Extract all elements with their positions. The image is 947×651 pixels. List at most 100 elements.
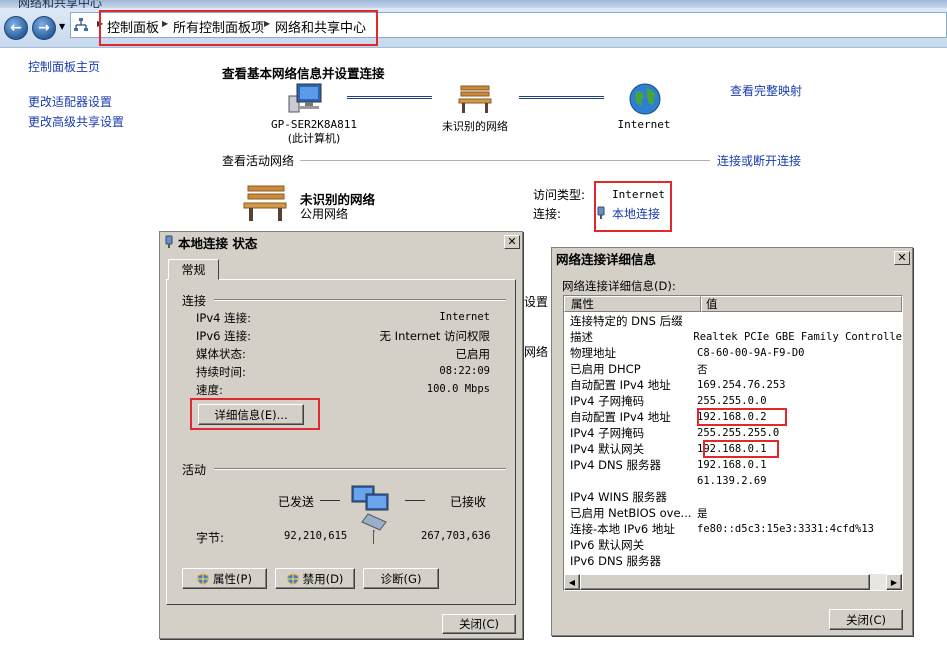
property-cell: IPv4 DNS 服务器	[570, 458, 662, 472]
diagnose-button[interactable]: 诊断(G)	[363, 568, 439, 589]
close-button[interactable]: 关闭(C)	[829, 609, 903, 630]
properties-button[interactable]: 属性(P)	[182, 568, 267, 589]
property-cell: IPv4 WINS 服务器	[570, 490, 667, 504]
globe-icon	[628, 82, 662, 116]
media-state-value: 已启用	[455, 347, 491, 361]
property-cell: 自动配置 IPv4 地址	[570, 410, 671, 424]
value-cell: 169.254.76.253	[697, 379, 786, 391]
list-item[interactable]: 已启用 DHCP 否	[564, 361, 902, 377]
received-label: 已接收	[450, 495, 487, 509]
dialog-title: 网络连接详细信息	[556, 251, 657, 267]
partial-network-text: 网络	[524, 345, 549, 359]
column-header-property[interactable]: 属性	[564, 296, 701, 312]
ipv6-connection-value: 无 Internet 访问权限	[379, 329, 490, 343]
dialog-title-bar: 本地连接 状态	[160, 232, 522, 252]
ipv4-connection-label: IPv4 连接:	[196, 311, 251, 325]
property-cell: IPv6 默认网关	[570, 538, 645, 552]
properties-button-label: 属性(P)	[213, 571, 252, 586]
speed-value: 100.0 Mbps	[426, 383, 490, 395]
diagnose-button-label: 诊断(G)	[380, 571, 422, 586]
list-item[interactable]: 连接特定的 DNS 后缀	[564, 313, 902, 329]
highlight-box-ip	[697, 408, 787, 426]
list-item[interactable]: 连接-本地 IPv6 地址 fe80::d5c3:15e3:3331:4cfd%1…	[564, 521, 902, 537]
duration-label: 持续时间:	[196, 365, 246, 379]
list-item[interactable]: IPv4 DNS 服务器 192.168.0.1	[564, 457, 902, 473]
list-item[interactable]: IPv4 子网掩码 255.255.255.0	[564, 425, 902, 441]
duration-value: 08:22:09	[439, 365, 490, 377]
property-cell: 已启用 DHCP	[570, 362, 641, 376]
close-button-label: 关闭(C)	[845, 612, 886, 627]
active-networks-label: 查看活动网络	[222, 154, 295, 168]
partial-setup-text: 设置	[524, 295, 549, 309]
tab-general[interactable]: 常规	[168, 259, 219, 280]
sidebar-item-home[interactable]: 控制面板主页	[28, 58, 100, 75]
shield-icon	[287, 572, 299, 585]
value-cell: 是	[697, 507, 708, 520]
property-cell: IPv4 默认网关	[570, 442, 645, 456]
close-icon[interactable]: ✕	[894, 251, 910, 265]
sidebar-item-adapter-settings[interactable]: 更改适配器设置	[28, 93, 112, 110]
property-cell: 已启用 NetBIOS ove...	[570, 506, 692, 520]
disable-button[interactable]: 禁用(D)	[275, 568, 355, 589]
speed-label: 速度:	[196, 383, 223, 397]
bench-icon	[240, 182, 290, 222]
close-icon[interactable]: ✕	[504, 235, 520, 249]
history-dropdown-icon[interactable]: ▼	[59, 22, 65, 31]
column-header-property-label: 属性	[571, 297, 594, 311]
ipv4-connection-value: Internet	[439, 311, 490, 323]
forward-arrow-icon[interactable]: →	[32, 16, 56, 40]
scroll-right-arrow-icon[interactable]: ▶	[886, 574, 902, 590]
close-button[interactable]: 关闭(C)	[442, 614, 516, 634]
value-cell: fe80::d5c3:15e3:3331:4cfd%13	[697, 523, 875, 535]
dialog-title: 本地连接 状态	[178, 235, 258, 251]
list-item[interactable]: 自动配置 IPv4 地址 169.254.76.253	[564, 377, 902, 393]
value-cell: 192.168.0.1	[697, 459, 767, 471]
group-divider	[214, 468, 506, 470]
list-item[interactable]: 物理地址 C8-60-00-9A-F9-D0	[564, 345, 902, 361]
scrollbar-thumb[interactable]	[580, 574, 870, 590]
network-type-link[interactable]: 公用网络	[300, 205, 348, 222]
highlight-box-breadcrumb	[99, 10, 378, 46]
network-activity-icon	[350, 482, 398, 538]
list-item[interactable]: IPv4 子网掩码 255.255.0.0	[564, 393, 902, 409]
back-arrow-icon[interactable]: ←	[4, 16, 28, 40]
property-cell: 连接特定的 DNS 后缀	[570, 314, 683, 328]
column-header-value[interactable]: 值	[701, 296, 902, 312]
map-network-label: 未识别的网络	[442, 120, 508, 133]
map-internet-label: Internet	[617, 118, 671, 131]
property-cell: IPv4 子网掩码	[570, 426, 645, 440]
dialog-title-bar: 网络连接详细信息	[552, 248, 912, 268]
highlight-box-gateway	[703, 440, 779, 458]
sidebar-item-advanced-sharing[interactable]: 更改高级共享设置	[28, 113, 124, 130]
property-cell: IPv6 DNS 服务器	[570, 554, 662, 568]
scroll-left-arrow-icon[interactable]: ◀	[564, 574, 580, 590]
connect-disconnect-link[interactable]: 连接或断开连接	[717, 152, 801, 169]
horizontal-scrollbar[interactable]: ◀ ▶	[564, 574, 902, 590]
list-item[interactable]: IPv6 DNS 服务器	[564, 553, 902, 569]
property-cell: IPv4 子网掩码	[570, 394, 645, 408]
divider	[373, 530, 374, 544]
computer-icon	[285, 80, 325, 114]
ipv6-connection-label: IPv6 连接:	[196, 329, 251, 343]
connection-label: 连接:	[533, 207, 562, 221]
listview-header: 属性 值	[564, 296, 902, 312]
property-cell: 物理地址	[570, 346, 616, 360]
details-list-label: 网络连接详细信息(D):	[562, 279, 676, 293]
list-item[interactable]: IPv4 WINS 服务器	[564, 489, 902, 505]
view-full-map-link[interactable]: 查看完整映射	[730, 82, 802, 99]
bench-icon	[455, 82, 495, 114]
window-title-bar: 网络和共享中心	[0, 0, 947, 8]
activity-section-label: 活动	[182, 463, 207, 477]
property-cell: 连接-本地 IPv6 地址	[570, 522, 675, 536]
value-cell: 否	[697, 363, 708, 376]
network-details-dialog: 网络连接详细信息 ✕ 网络连接详细信息(D): 属性 值 连接特定的 DNS 后…	[551, 247, 913, 636]
list-item[interactable]: IPv6 默认网关	[564, 537, 902, 553]
property-cell: 自动配置 IPv4 地址	[570, 378, 671, 392]
list-item[interactable]: 61.139.2.69	[564, 473, 902, 489]
list-item[interactable]: 描述 Realtek PCIe GBE Family Controlle	[564, 329, 902, 345]
value-cell: 255.255.0.0	[697, 395, 767, 407]
property-cell: 描述	[570, 330, 593, 344]
media-state-label: 媒体状态:	[196, 347, 246, 361]
highlight-box-access	[594, 181, 672, 232]
list-item[interactable]: 已启用 NetBIOS ove... 是	[564, 505, 902, 521]
